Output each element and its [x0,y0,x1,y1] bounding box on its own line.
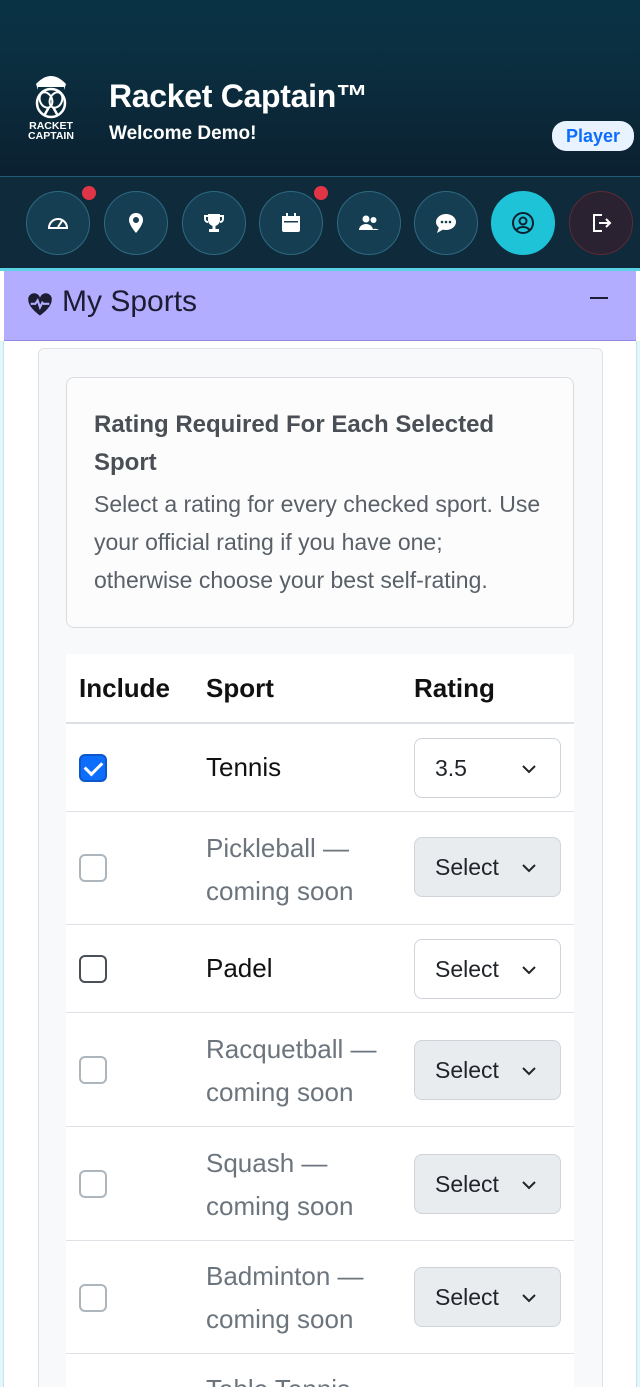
notice-title: Rating Required For Each Selected Sport [94,411,495,476]
table-row: Badminton — coming soon Select [66,1241,574,1354]
calendar-icon [282,213,300,232]
rating-select-badminton[interactable]: Select [414,1267,561,1327]
section-border-right [636,341,640,1387]
nav-messages-button[interactable] [414,191,478,255]
nav-calendar-button[interactable] [259,191,323,255]
table-row: Table Tennis [66,1354,574,1387]
racket-captain-logo: RACKET CAPTAIN [28,76,74,142]
chevron-down-icon [522,1181,536,1190]
users-icon [359,215,379,230]
nav-trophy-button[interactable] [182,191,246,255]
notification-dot [312,184,330,202]
trophy-icon [204,214,224,232]
sport-name: Tennis [206,752,282,782]
table-header: Include Sport Rating [66,654,574,724]
nav-players-button[interactable] [337,191,401,255]
include-checkbox-racquetball[interactable] [79,1056,107,1084]
notification-dot [80,184,98,202]
rating-select-padel[interactable]: Select [414,939,561,999]
notice-body: Select a rating for every checked sport.… [94,491,541,593]
nav-profile-button[interactable] [491,191,555,255]
include-checkbox-tennis[interactable] [79,754,107,782]
rating-select-tennis[interactable]: 3.5 [414,738,561,798]
chevron-down-icon [522,1294,536,1303]
section-border-left [0,341,4,1387]
icon-nav-bar [0,176,640,268]
sports-table: Include Sport Rating Tennis 3.5 Pickleba… [66,654,574,1387]
rating-select-pickleball[interactable]: Select [414,837,561,897]
table-row: Squash — coming soon Select [66,1127,574,1241]
logout-icon [593,214,612,232]
map-pin-icon [129,213,143,233]
table-row: Tennis 3.5 [66,724,574,812]
app-title: Racket Captain™ [109,78,368,114]
logo-text-line2: CAPTAIN [28,130,74,142]
chevron-down-icon [522,966,536,975]
nav-dashboard-button[interactable] [26,191,90,255]
welcome-message: Welcome Demo! [109,123,257,144]
nav-logout-button[interactable] [569,191,633,255]
chat-icon [436,214,456,233]
nav-locations-button[interactable] [104,191,168,255]
sport-name: Table Tennis [206,1368,350,1387]
sport-name: Padel [206,953,273,983]
dashboard-gauge-icon [47,218,69,229]
minus-icon[interactable] [590,297,608,299]
sport-name: Badminton — coming soon [206,1261,364,1334]
rating-select-racquetball[interactable]: Select [414,1040,561,1100]
chevron-down-icon [522,765,536,774]
sport-name: Squash — coming soon [206,1148,354,1221]
chevron-down-icon [522,864,536,873]
my-sports-section-header[interactable]: My Sports [4,271,636,341]
rating-select-squash[interactable]: Select [414,1154,561,1214]
column-header-sport: Sport [206,673,274,703]
section-title: My Sports [62,285,198,318]
include-checkbox-badminton[interactable] [79,1284,107,1312]
rating-notice: Rating Required For Each Selected Sport … [66,377,574,628]
table-row: Padel Select [66,925,574,1013]
app-header: RACKET CAPTAIN Racket Captain™ Welcome D… [0,0,640,176]
profile-icon [512,212,534,234]
column-header-rating: Rating [414,673,495,703]
table-row: Pickleball — coming soon Select [66,812,574,925]
role-badge: Player [552,121,634,151]
chevron-down-icon [522,1067,536,1076]
include-checkbox-padel[interactable] [79,955,107,983]
include-checkbox-squash[interactable] [79,1170,107,1198]
sport-name: Racquetball — coming soon [206,1034,377,1107]
heart-pulse-icon [28,293,52,316]
include-checkbox-pickleball[interactable] [79,854,107,882]
column-header-include: Include [79,673,171,703]
sport-name: Pickleball — coming soon [206,833,354,906]
table-row: Racquetball — coming soon Select [66,1013,574,1127]
